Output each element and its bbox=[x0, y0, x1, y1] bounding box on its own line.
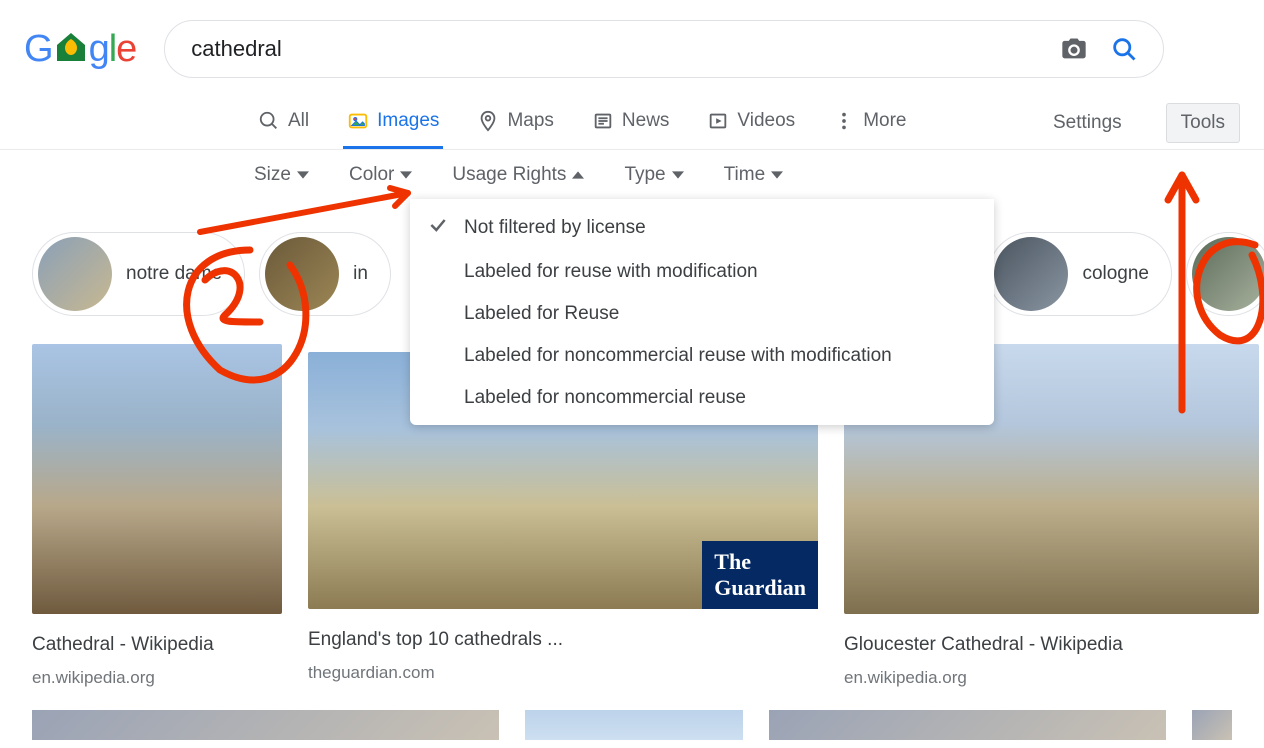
option-label: Labeled for noncommercial reuse with mod… bbox=[464, 345, 892, 367]
usage-option-reuse-mod[interactable]: Labeled for reuse with modification bbox=[410, 251, 994, 293]
result-source: theguardian.com bbox=[308, 661, 818, 683]
camera-icon[interactable] bbox=[1049, 35, 1099, 63]
image-result[interactable]: Cathedral - Wikipedia en.wikipedia.org bbox=[32, 344, 282, 688]
result-title: Cathedral - Wikipedia bbox=[32, 624, 282, 656]
tab-label: Maps bbox=[507, 110, 553, 132]
search-icon[interactable] bbox=[1099, 35, 1149, 63]
search-bar bbox=[164, 20, 1164, 78]
chip-label: notre dame bbox=[126, 263, 222, 285]
chevron-down-icon bbox=[771, 169, 783, 181]
google-logo[interactable]: G gle bbox=[24, 25, 136, 73]
image-thumb[interactable] bbox=[1192, 710, 1232, 740]
result-title: Gloucester Cathedral - Wikipedia bbox=[844, 624, 1259, 656]
tab-label: Images bbox=[377, 110, 439, 132]
filter-color[interactable]: Color bbox=[349, 164, 412, 186]
filter-type[interactable]: Type bbox=[624, 164, 683, 186]
option-label: Not filtered by license bbox=[464, 217, 646, 239]
check-icon bbox=[428, 215, 450, 241]
chip-partial[interactable] bbox=[1186, 232, 1264, 316]
search-input[interactable] bbox=[189, 35, 1049, 63]
chip-interior[interactable]: in bbox=[259, 232, 391, 316]
header: G gle bbox=[0, 0, 1264, 78]
settings-button[interactable]: Settings bbox=[1039, 102, 1136, 144]
tab-label: More bbox=[863, 110, 906, 132]
tab-news[interactable]: News bbox=[588, 96, 674, 149]
filter-label: Usage Rights bbox=[452, 164, 566, 186]
option-label: Labeled for reuse with modification bbox=[464, 261, 758, 283]
chevron-down-icon bbox=[297, 169, 309, 181]
filter-size[interactable]: Size bbox=[254, 164, 309, 186]
image-thumb[interactable] bbox=[32, 710, 499, 740]
chip-thumb bbox=[994, 237, 1068, 311]
chip-cologne[interactable]: cologne bbox=[988, 232, 1172, 316]
chevron-down-icon bbox=[400, 169, 412, 181]
option-label: Labeled for noncommercial reuse bbox=[464, 387, 746, 409]
image-thumb[interactable] bbox=[769, 710, 1166, 740]
guardian-badge: TheGuardian bbox=[702, 541, 818, 609]
tab-all[interactable]: All bbox=[254, 96, 313, 149]
tab-videos[interactable]: Videos bbox=[703, 96, 799, 149]
usage-option-nc-reuse[interactable]: Labeled for noncommercial reuse bbox=[410, 377, 994, 419]
image-thumb[interactable] bbox=[525, 710, 743, 740]
results-grid-row-2 bbox=[32, 710, 1232, 740]
chip-thumb bbox=[265, 237, 339, 311]
image-thumb bbox=[32, 344, 282, 614]
tab-label: News bbox=[622, 110, 670, 132]
chip-label: cologne bbox=[1082, 263, 1149, 285]
chip-thumb bbox=[38, 237, 112, 311]
chevron-down-icon bbox=[672, 169, 684, 181]
tab-label: All bbox=[288, 110, 309, 132]
chip-notre-dame[interactable]: notre dame bbox=[32, 232, 245, 316]
chip-label: in bbox=[353, 263, 368, 285]
nav-tabs: All Images Maps News Videos More Setting… bbox=[0, 96, 1264, 150]
filter-label: Type bbox=[624, 164, 665, 186]
result-source: en.wikipedia.org bbox=[32, 666, 282, 688]
filter-label: Size bbox=[254, 164, 291, 186]
result-title: England's top 10 cathedrals ... bbox=[308, 619, 818, 651]
result-source: en.wikipedia.org bbox=[844, 666, 1259, 688]
tab-more[interactable]: More bbox=[829, 96, 910, 149]
filter-label: Time bbox=[724, 164, 766, 186]
chip-thumb bbox=[1192, 237, 1264, 311]
filter-usage-rights[interactable]: Usage Rights bbox=[452, 164, 584, 186]
option-label: Labeled for Reuse bbox=[464, 303, 619, 325]
usage-rights-dropdown: Not filtered by license Labeled for reus… bbox=[410, 199, 994, 425]
tab-label: Videos bbox=[737, 110, 795, 132]
filter-bar: Size Color Usage Rights Type Time bbox=[0, 150, 1264, 200]
logo-doodle-icon bbox=[51, 25, 91, 73]
filter-time[interactable]: Time bbox=[724, 164, 784, 186]
tools-button[interactable]: Tools bbox=[1166, 103, 1240, 143]
filter-label: Color bbox=[349, 164, 394, 186]
tab-images[interactable]: Images bbox=[343, 96, 443, 149]
usage-option-not-filtered[interactable]: Not filtered by license bbox=[410, 205, 994, 251]
usage-option-nc-reuse-mod[interactable]: Labeled for noncommercial reuse with mod… bbox=[410, 335, 994, 377]
chevron-up-icon bbox=[572, 169, 584, 181]
tab-maps[interactable]: Maps bbox=[473, 96, 557, 149]
usage-option-reuse[interactable]: Labeled for Reuse bbox=[410, 293, 994, 335]
